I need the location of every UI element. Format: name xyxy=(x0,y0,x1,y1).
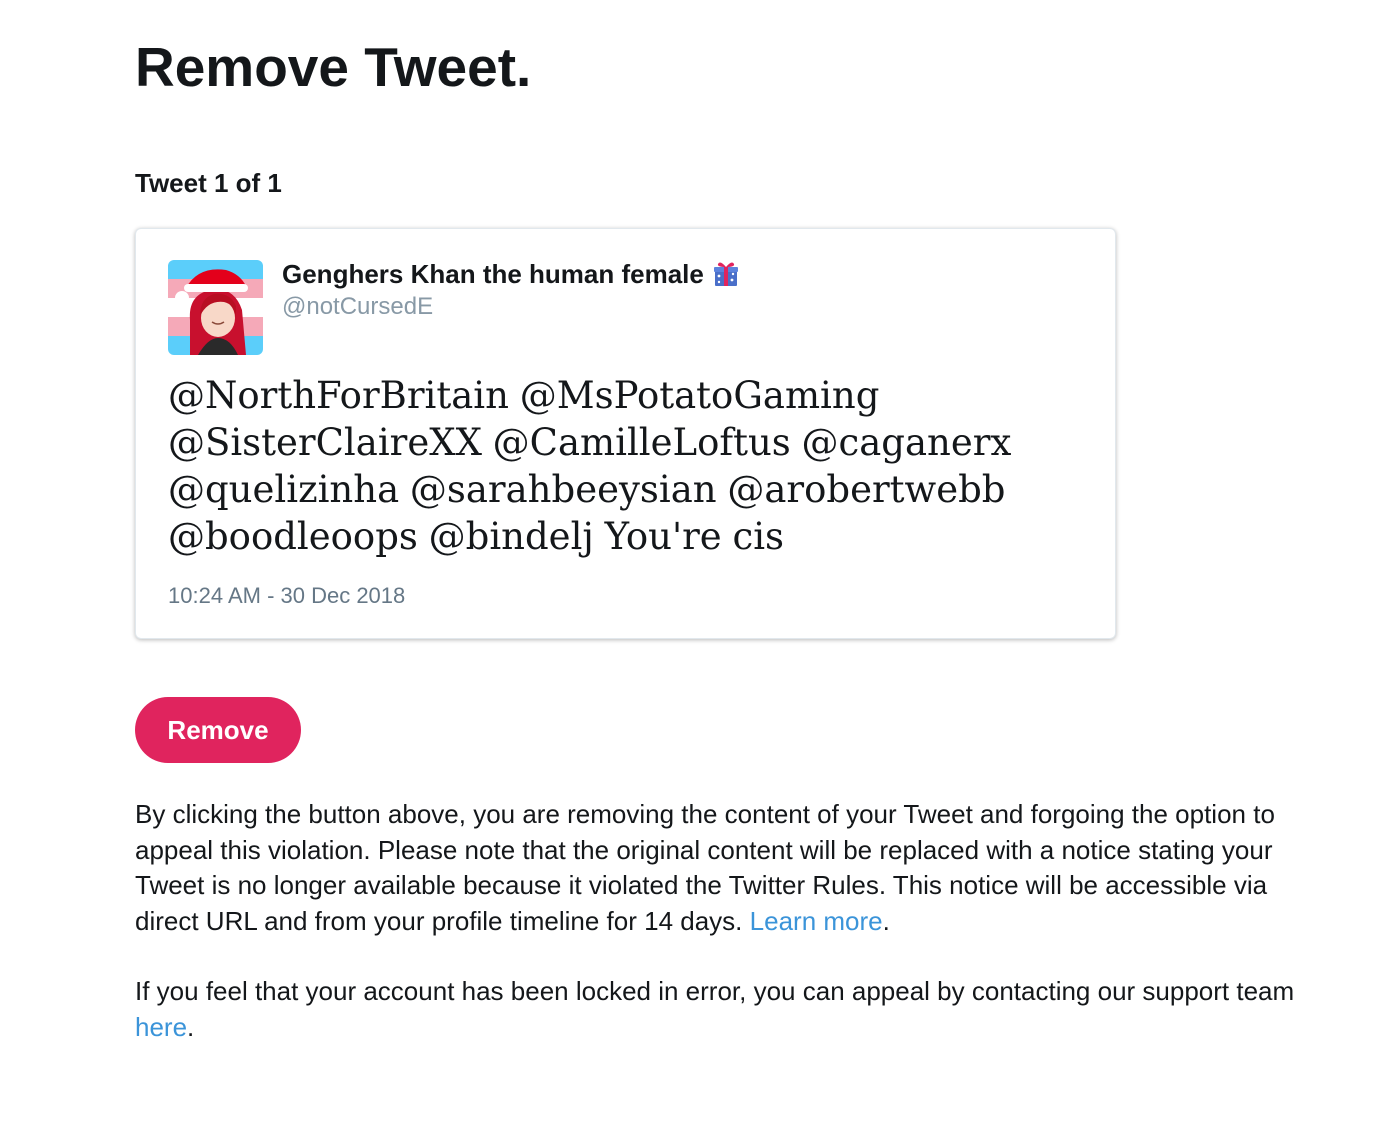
tweet-text: @NorthForBritain @MsPotatoGaming @Sister… xyxy=(168,374,1012,558)
tweet-counter: Tweet 1 of 1 xyxy=(135,168,282,198)
wrapped-gift-icon xyxy=(712,260,740,288)
page-title: Remove Tweet. xyxy=(135,36,532,98)
appeal-notice: If you feel that your account has been l… xyxy=(135,974,1300,1045)
remove-button[interactable]: Remove xyxy=(135,697,301,763)
tweet-card: Genghers Khan the human female @notCurse… xyxy=(135,228,1116,639)
appeal-notice-text: If you feel that your account has been l… xyxy=(135,976,1295,1006)
display-name[interactable]: Genghers Khan the human female xyxy=(282,256,704,292)
removal-notice-end: . xyxy=(882,905,890,936)
santa-hat-character-avatar-icon xyxy=(168,260,263,355)
user-handle[interactable]: @notCursedE xyxy=(282,291,433,323)
learn-more-link[interactable]: Learn more xyxy=(750,906,883,936)
support-here-link[interactable]: here xyxy=(135,1012,187,1042)
tweet-author: Genghers Khan the human female xyxy=(282,256,740,292)
removal-notice: By clicking the button above, you are re… xyxy=(135,797,1300,939)
appeal-notice-end: . xyxy=(187,1011,195,1042)
removal-notice-text: By clicking the button above, you are re… xyxy=(135,799,1275,936)
avatar[interactable] xyxy=(168,260,263,355)
tweet-timestamp[interactable]: 10:24 AM - 30 Dec 2018 xyxy=(168,581,405,611)
